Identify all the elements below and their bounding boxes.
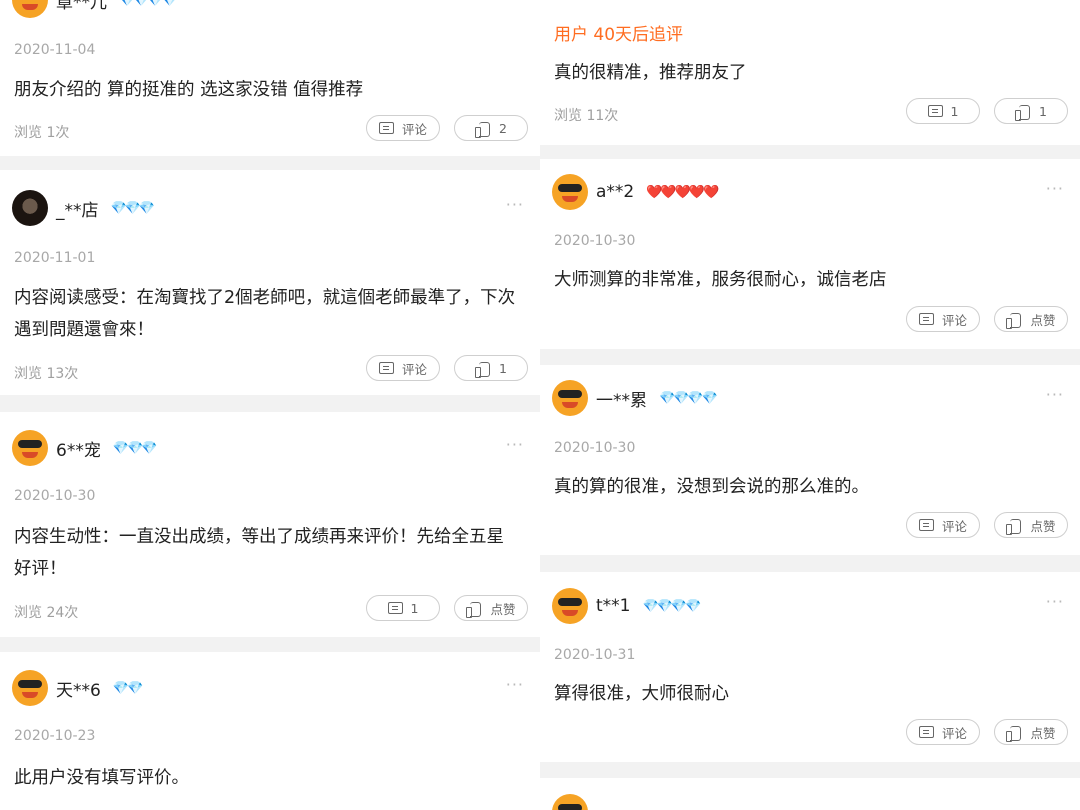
diamond-badge: 💎💎💎💎 (642, 598, 701, 614)
reviewer-name: t**1 (596, 596, 631, 616)
thumb-up-icon (1006, 518, 1022, 535)
review-text: 此用户没有填写评价。 (14, 768, 189, 788)
more-icon[interactable]: ··· (506, 675, 524, 694)
thumb-up-icon (475, 121, 491, 138)
comment-button[interactable]: 评论 (906, 512, 980, 538)
comment-icon (378, 362, 394, 374)
reviewer-name: _**店 (56, 200, 99, 221)
more-icon[interactable]: ··· (506, 195, 524, 214)
review-date: 2020-10-30 (554, 440, 636, 456)
reviewer-name: 6**宠 (56, 440, 101, 461)
comment-button[interactable]: 1 (366, 595, 440, 621)
comment-button[interactable]: 评论 (366, 355, 440, 381)
review-card (540, 778, 1080, 810)
review-card: 章**儿 💎💎💎💎 2020-11-04 朋友介绍的 算的挺准的 选这家没错 值… (0, 0, 540, 156)
avatar (12, 670, 48, 706)
thumb-up-icon (1006, 312, 1022, 329)
review-text: 算得很准，大师很耐心 (554, 684, 729, 704)
reviewer: 天**6 💎💎 (12, 670, 143, 706)
diamond-badge: 💎💎💎💎 (119, 0, 178, 8)
review-card: a**2 ❤️❤️❤️❤️❤️ ··· 2020-10-30 大师测算的非常准，… (540, 159, 1080, 349)
avatar (552, 174, 588, 210)
comment-icon (918, 519, 934, 531)
reviewer-name: 天**6 (56, 680, 101, 701)
review-date: 2020-10-23 (14, 728, 96, 744)
review-date: 2020-11-04 (14, 42, 96, 58)
avatar (552, 794, 588, 810)
review-text: 朋友介绍的 算的挺准的 选这家没错 值得推荐 (14, 80, 364, 100)
thumb-up-icon (1015, 104, 1031, 121)
reviewer: 6**宠 💎💎💎 (12, 430, 158, 466)
thumb-up-icon (1006, 725, 1022, 742)
comment-icon (387, 602, 403, 614)
diamond-badge: 💎💎💎 (112, 440, 158, 456)
reviewer: t**1 💎💎💎💎 (552, 588, 701, 624)
review-card: 一**累 💎💎💎💎 ··· 2020-10-30 真的算的很准，没想到会说的那么… (540, 365, 1080, 555)
more-icon[interactable]: ··· (1046, 592, 1064, 611)
more-icon[interactable]: ··· (506, 435, 524, 454)
like-button[interactable]: 2 (454, 115, 528, 141)
comment-icon (918, 313, 934, 325)
right-review-column: 用户 40天后追评 真的很精准，推荐朋友了 浏览 11次 1 1 a**2 ❤️… (540, 0, 1080, 810)
reviewer: 一**累 💎💎💎💎 (552, 380, 718, 416)
like-button[interactable]: 点赞 (994, 512, 1068, 538)
diamond-badge: 💎💎💎 (110, 200, 156, 216)
reviewer: 章**儿 💎💎💎💎 (12, 0, 178, 18)
view-count: 浏览 24次 (14, 605, 79, 621)
comment-icon (918, 726, 934, 738)
like-button[interactable]: 1 (994, 98, 1068, 124)
thumb-up-icon (475, 361, 491, 378)
like-button[interactable]: 点赞 (454, 595, 528, 621)
review-date: 2020-10-31 (554, 647, 636, 663)
like-button[interactable]: 点赞 (994, 306, 1068, 332)
view-count: 浏览 1次 (14, 125, 70, 141)
avatar (12, 430, 48, 466)
review-text: 大师测算的非常准，服务很耐心，诚信老店 (554, 270, 887, 290)
comment-button[interactable]: 评论 (906, 306, 980, 332)
diamond-badge: 💎💎 (112, 680, 143, 696)
diamond-badge: 💎💎💎💎 (659, 390, 718, 406)
follow-up-tag: 用户 40天后追评 (554, 25, 684, 45)
review-card: 天**6 💎💎 ··· 2020-10-23 此用户没有填写评价。 (0, 652, 540, 810)
follow-up-review: 用户 40天后追评 真的很精准，推荐朋友了 浏览 11次 1 1 (540, 0, 1080, 145)
comment-icon (927, 105, 943, 117)
view-count: 浏览 13次 (14, 366, 79, 382)
more-icon[interactable]: ··· (1046, 179, 1064, 198)
like-button[interactable]: 1 (454, 355, 528, 381)
thumb-up-icon (466, 601, 482, 618)
review-card: 6**宠 💎💎💎 ··· 2020-10-30 内容生动性：一直没出成绩，等出了… (0, 412, 540, 637)
heart-badge: ❤️❤️❤️❤️❤️ (646, 184, 719, 200)
reviewer (552, 794, 588, 810)
reviewer-name: a**2 (596, 182, 635, 202)
review-date: 2020-10-30 (554, 233, 636, 249)
comment-button[interactable]: 评论 (366, 115, 440, 141)
comment-icon (378, 122, 394, 134)
view-count: 浏览 11次 (554, 108, 619, 124)
review-text: 内容生动性：一直没出成绩，等出了成绩再来评价！先给全五星好评！ (14, 527, 504, 579)
review-card: _**店 💎💎💎 ··· 2020-11-01 内容阅读感受：在淘寶找了2個老師… (0, 170, 540, 395)
follow-up-text: 真的很精准，推荐朋友了 (554, 63, 747, 83)
reviewer: _**店 💎💎💎 (12, 190, 156, 226)
like-button[interactable]: 点赞 (994, 719, 1068, 745)
avatar (552, 380, 588, 416)
reviewer: a**2 ❤️❤️❤️❤️❤️ (552, 174, 719, 210)
review-text: 内容阅读感受：在淘寶找了2個老師吧，就這個老師最準了，下次遇到問題還會來！ (14, 288, 516, 340)
left-review-column: 章**儿 💎💎💎💎 2020-11-04 朋友介绍的 算的挺准的 选这家没错 值… (0, 0, 540, 810)
review-date: 2020-11-01 (14, 250, 96, 266)
avatar (12, 190, 48, 226)
comment-button[interactable]: 评论 (906, 719, 980, 745)
review-text: 真的算的很准，没想到会说的那么准的。 (554, 477, 869, 497)
avatar (552, 588, 588, 624)
review-date: 2020-10-30 (14, 488, 96, 504)
more-icon[interactable]: ··· (1046, 385, 1064, 404)
reviewer-name: 一**累 (596, 390, 647, 411)
review-card: t**1 💎💎💎💎 ··· 2020-10-31 算得很准，大师很耐心 评论 点… (540, 572, 1080, 762)
comment-button[interactable]: 1 (906, 98, 980, 124)
reviewer-name: 章**儿 (56, 0, 107, 13)
avatar (12, 0, 48, 18)
